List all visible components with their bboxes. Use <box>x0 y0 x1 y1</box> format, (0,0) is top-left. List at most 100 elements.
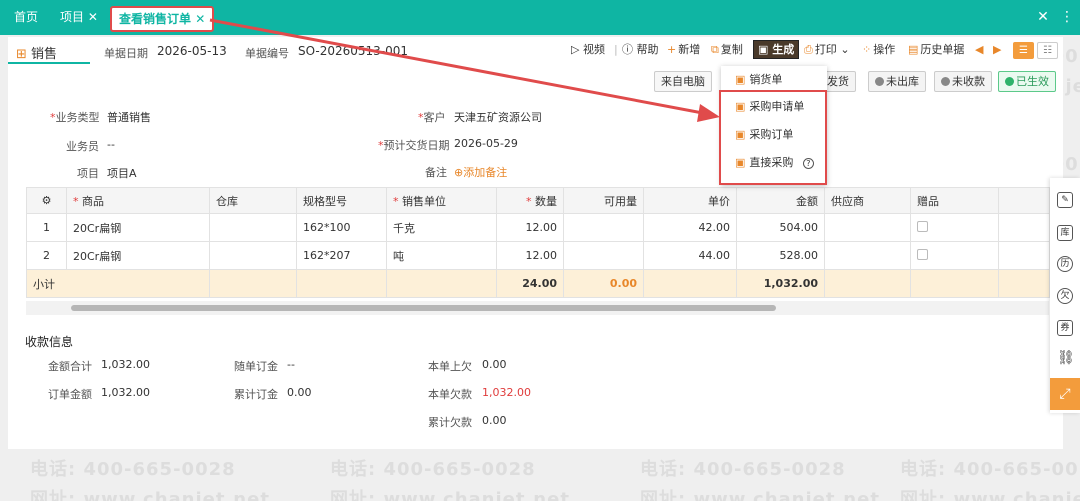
row-qty[interactable]: 12.00 <box>496 241 564 270</box>
subtotal-amount: 1,032.00 <box>736 269 825 298</box>
add-button[interactable]: + 新增 <box>667 43 700 57</box>
coupon-icon[interactable]: 券 <box>1057 320 1073 336</box>
code-value: SO-20260513-001 <box>298 44 409 58</box>
biz-type-value[interactable]: 普通销售 <box>107 109 151 125</box>
row-extra <box>998 241 1050 270</box>
total-label: 金额合计 <box>48 360 92 373</box>
watermark-text: 电话: 400-665-0028 <box>900 459 1080 480</box>
row-gift <box>910 241 999 270</box>
copy-button[interactable]: ⧉ 复制 <box>711 43 743 57</box>
history-icon: ▤ <box>908 43 919 56</box>
help-button[interactable]: ⓘ 帮助 <box>622 43 659 57</box>
subtotal-label: 小计 <box>26 269 210 298</box>
row-warehouse[interactable] <box>209 241 297 270</box>
subtotal-empty <box>824 269 911 298</box>
copy-icon: ⧉ <box>711 43 719 56</box>
generate-icon: ▣ <box>758 43 769 56</box>
row-amount: 528.00 <box>736 241 825 270</box>
watermark-text: 网址: www.chanjet.net <box>640 489 880 501</box>
row-index: 1 <box>26 213 67 242</box>
row-product[interactable]: 20Cr扁钢 <box>66 241 210 270</box>
prev-debt-value: 0.00 <box>482 358 507 371</box>
subtotal-empty <box>643 269 737 298</box>
generate-button[interactable]: ▣ 生成 <box>753 40 800 59</box>
module-underline <box>8 62 90 64</box>
subtotal-row: 小计 24.00 0.00 1,032.00 <box>26 269 1050 298</box>
menu-item-sales-delivery[interactable]: ▣ 销货单 <box>735 71 782 87</box>
deposit-label: 随单订金 <box>234 360 278 373</box>
gift-checkbox[interactable] <box>917 220 928 232</box>
row-product[interactable]: 20Cr扁钢 <box>66 213 210 242</box>
tab-project[interactable]: 项目 ✕ <box>60 0 98 35</box>
project-value[interactable]: 项目A <box>107 165 137 181</box>
list-view-icon[interactable]: ☰ <box>1013 42 1034 59</box>
delivery-label: 发货 <box>827 75 849 88</box>
deposit-value: -- <box>287 358 295 371</box>
tab-active-close-icon[interactable]: ✕ <box>195 12 205 26</box>
tab-home[interactable]: 首页 <box>14 0 38 35</box>
horizontal-scrollbar[interactable] <box>26 301 1049 315</box>
card-view-icon[interactable]: ☷ <box>1037 42 1058 59</box>
row-warehouse[interactable] <box>209 213 297 242</box>
gift-checkbox[interactable] <box>917 248 928 260</box>
customer-value[interactable]: 天津五矿资源公司 <box>454 109 542 125</box>
print-button[interactable]: ⎙ 打印 ⌄ <box>804 43 850 57</box>
add-note-button[interactable]: ⊕添加备注 <box>454 164 507 180</box>
salesman-label: 业务员 <box>66 140 99 153</box>
prev-debt-label: 本单上欠 <box>428 360 472 373</box>
help-icon: ⓘ <box>622 43 633 56</box>
tab-project-close-icon[interactable]: ✕ <box>88 10 98 24</box>
row-spec[interactable]: 162*100 <box>296 213 387 242</box>
sales-icon: ⊞ <box>16 47 27 62</box>
video-label: 视频 <box>582 43 605 56</box>
operate-label: 操作 <box>873 43 896 56</box>
note-icon[interactable]: ✎ <box>1057 192 1073 208</box>
tab-project-label: 项目 <box>60 10 85 24</box>
status-dot-icon <box>941 77 950 86</box>
delivery-date-value[interactable]: 2026-05-29 <box>454 137 518 150</box>
acc-deposit-label: 累计订金 <box>234 388 278 401</box>
row-supplier[interactable] <box>824 213 911 242</box>
row-price[interactable]: 42.00 <box>643 213 737 242</box>
settings-gear-icon[interactable]: ⚙ <box>26 187 67 214</box>
operate-button[interactable]: ⁘ 操作 <box>862 43 895 57</box>
next-arrow-icon[interactable]: ▶ <box>993 43 1001 57</box>
add-circle-icon: ⊕ <box>454 166 464 179</box>
salesman-value[interactable]: -- <box>107 138 115 151</box>
note-label: 备注 <box>425 166 447 179</box>
row-supplier[interactable] <box>824 241 911 270</box>
history-button[interactable]: ▤ 历史单据 <box>908 43 964 57</box>
link-icon[interactable]: ⛓ <box>1057 351 1075 367</box>
row-price[interactable]: 44.00 <box>643 241 737 270</box>
col-available: 可用量 <box>563 187 644 214</box>
debt-icon[interactable]: 欠 <box>1057 288 1073 304</box>
customer-label: *客户 <box>418 111 446 124</box>
project-label: 项目 <box>77 167 99 180</box>
expand-icon[interactable]: ⤢ <box>1050 378 1080 410</box>
warehouse-icon[interactable]: 库 <box>1057 225 1073 241</box>
watermark-text: 网址: www.chanjet.net <box>330 489 570 501</box>
row-index: 2 <box>26 241 67 270</box>
tab-view-sales-order[interactable]: 查看销售订单 ✕ <box>110 6 214 32</box>
row-qty[interactable]: 12.00 <box>496 213 564 242</box>
table-row[interactable]: 1 20Cr扁钢 162*100 千克 12.00 42.00 504.00 <box>26 213 1050 242</box>
date-label: 单据日期 <box>104 47 148 60</box>
history-label: 历史单据 <box>920 43 965 56</box>
more-icon[interactable]: ⋮ <box>1052 0 1080 35</box>
grid-icon: ⁘ <box>862 43 872 56</box>
row-spec[interactable]: 162*207 <box>296 241 387 270</box>
video-button[interactable]: ▷ 视频 <box>571 43 605 57</box>
print-label: 打印 <box>814 43 837 56</box>
menu-item-label: 销货单 <box>749 73 783 86</box>
scrollbar-thumb[interactable] <box>71 305 776 311</box>
row-unit[interactable]: 吨 <box>386 241 497 270</box>
debt-label: 本单欠款 <box>428 388 472 401</box>
col-warehouse: 仓库 <box>209 187 297 214</box>
order-lines-table: ⚙ * 商品 仓库 规格型号 * 销售单位 * 数量 可用量 单价 金额 供应商… <box>26 187 1050 298</box>
chevron-down-icon: ⌄ <box>840 43 850 56</box>
table-row[interactable]: 2 20Cr扁钢 162*207 吨 12.00 44.00 528.00 <box>26 241 1050 270</box>
history-icon[interactable]: 历 <box>1057 256 1073 272</box>
generate-label: 生成 <box>772 43 795 56</box>
row-unit[interactable]: 千克 <box>386 213 497 242</box>
prev-arrow-icon[interactable]: ◀ <box>975 43 983 57</box>
